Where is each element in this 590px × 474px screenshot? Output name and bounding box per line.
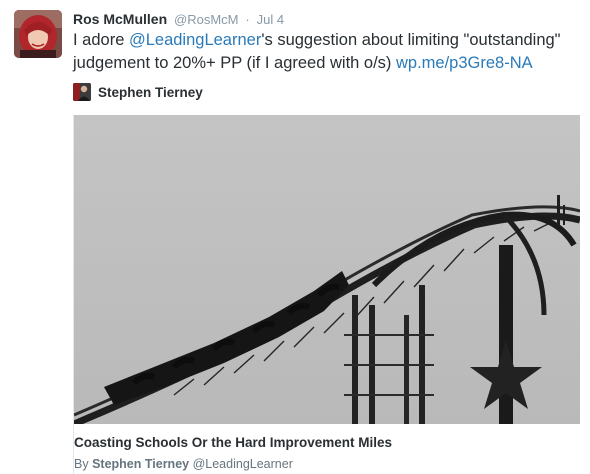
byline-prefix: By xyxy=(74,457,89,471)
tweet-timestamp[interactable]: Jul 4 xyxy=(257,12,284,27)
avatar-image xyxy=(14,10,62,58)
tweet-text: I adore @LeadingLearner's suggestion abo… xyxy=(73,29,573,75)
author-avatar[interactable] xyxy=(14,10,62,58)
tweet-url-link[interactable]: wp.me/p3Gre8-NA xyxy=(396,54,533,72)
attribution-avatar-image xyxy=(73,83,91,101)
byline-name[interactable]: Stephen Tierney xyxy=(92,457,189,471)
attribution-avatar xyxy=(73,83,91,101)
link-card[interactable]: Coasting Schools Or the Hard Improvement… xyxy=(73,115,580,474)
card-image[interactable] xyxy=(74,115,580,424)
byline-handle[interactable]: @LeadingLearner xyxy=(193,457,293,471)
separator-dot: · xyxy=(245,12,250,27)
card-byline: By Stephen Tierney @LeadingLearner xyxy=(74,456,293,472)
tweet-header: Ros McMullen @RosMcM · Jul 4 xyxy=(73,10,284,28)
tweet-text-part1: I adore xyxy=(73,31,129,49)
rollercoaster-photo xyxy=(74,115,580,424)
card-title[interactable]: Coasting Schools Or the Hard Improvement… xyxy=(74,435,392,451)
attribution-name[interactable]: Stephen Tierney xyxy=(98,84,203,102)
author-handle[interactable]: @RosMcM xyxy=(174,12,238,27)
author-name[interactable]: Ros McMullen xyxy=(73,11,167,27)
mention-link[interactable]: @LeadingLearner xyxy=(129,31,261,49)
